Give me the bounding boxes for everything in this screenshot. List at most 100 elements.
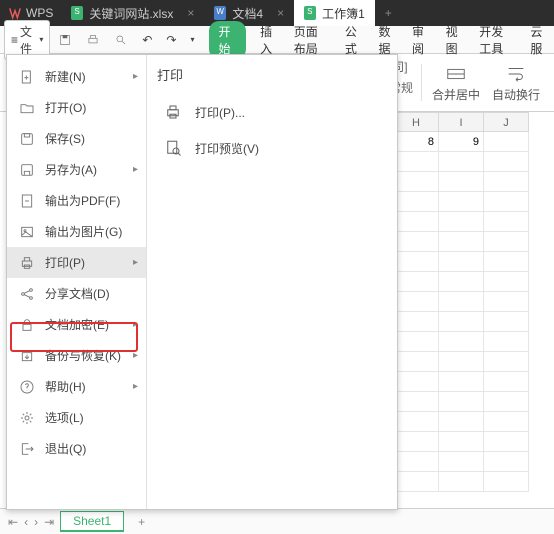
cell[interactable] xyxy=(394,312,439,332)
menu-save-as[interactable]: 另存为(A) ▸ xyxy=(7,154,146,185)
last-sheet-nav[interactable]: ⇥ xyxy=(44,515,54,529)
cell[interactable] xyxy=(439,172,484,192)
cell[interactable] xyxy=(439,352,484,372)
prev-sheet-nav[interactable]: ‹ xyxy=(24,515,28,529)
cell[interactable] xyxy=(439,472,484,492)
tab-dev[interactable]: 开发工具 xyxy=(477,21,516,59)
table-row[interactable] xyxy=(394,192,554,212)
menu-new[interactable]: 新建(N) ▸ xyxy=(7,61,146,92)
cell[interactable] xyxy=(439,152,484,172)
preview-quick-button[interactable] xyxy=(108,31,134,49)
tab-formula[interactable]: 公式 xyxy=(343,21,365,59)
menu-print[interactable]: 打印(P) ▸ xyxy=(7,247,146,278)
table-row[interactable] xyxy=(394,352,554,372)
cell[interactable] xyxy=(484,312,529,332)
merge-center-button[interactable]: 合并居中 xyxy=(426,58,486,107)
cell[interactable] xyxy=(439,312,484,332)
cell[interactable] xyxy=(439,212,484,232)
menu-encrypt[interactable]: 文档加密(E) ▸ xyxy=(7,309,146,340)
wrap-text-button[interactable]: 自动换行 xyxy=(486,58,546,107)
cell[interactable] xyxy=(394,192,439,212)
cell[interactable] xyxy=(484,412,529,432)
sheet-tab-sheet1[interactable]: Sheet1 xyxy=(60,511,124,532)
cell[interactable] xyxy=(394,432,439,452)
tab-layout[interactable]: 页面布局 xyxy=(292,21,331,59)
cell[interactable] xyxy=(484,232,529,252)
add-tab-button[interactable]: + xyxy=(375,6,402,20)
undo-button[interactable]: ↶ xyxy=(136,31,158,49)
sheet-body[interactable]: 89 xyxy=(394,132,554,492)
cell[interactable] xyxy=(439,372,484,392)
table-row[interactable] xyxy=(394,172,554,192)
cell[interactable] xyxy=(484,252,529,272)
cell[interactable] xyxy=(439,252,484,272)
cell[interactable] xyxy=(439,392,484,412)
cell[interactable] xyxy=(439,232,484,252)
cell[interactable] xyxy=(439,412,484,432)
submenu-print-preview[interactable]: 打印预览(V) xyxy=(157,130,387,166)
cell[interactable] xyxy=(484,172,529,192)
cell[interactable] xyxy=(394,392,439,412)
table-row[interactable] xyxy=(394,292,554,312)
close-icon[interactable]: × xyxy=(277,6,284,20)
first-sheet-nav[interactable]: ⇤ xyxy=(8,515,18,529)
cell[interactable] xyxy=(484,472,529,492)
redo-button[interactable]: ↷ xyxy=(160,31,182,49)
close-icon[interactable]: × xyxy=(187,6,194,20)
cell[interactable] xyxy=(394,272,439,292)
tab-view[interactable]: 视图 xyxy=(444,21,466,59)
cell[interactable] xyxy=(484,452,529,472)
cell[interactable]: 8 xyxy=(394,132,439,152)
cell[interactable] xyxy=(439,332,484,352)
table-row[interactable] xyxy=(394,432,554,452)
doc-tab-keywords[interactable]: 关键词网站.xlsx × xyxy=(61,0,204,26)
tab-start[interactable]: 开始 xyxy=(209,21,247,59)
more-quick-button[interactable]: ▾ xyxy=(184,33,200,46)
cell[interactable] xyxy=(439,432,484,452)
table-row[interactable]: 89 xyxy=(394,132,554,152)
cell[interactable]: 9 xyxy=(439,132,484,152)
cell[interactable] xyxy=(484,212,529,232)
table-row[interactable] xyxy=(394,452,554,472)
cell[interactable] xyxy=(484,332,529,352)
table-row[interactable] xyxy=(394,152,554,172)
menu-export-image[interactable]: 输出为图片(G) xyxy=(7,216,146,247)
menu-save[interactable]: 保存(S) xyxy=(7,123,146,154)
cell[interactable] xyxy=(484,372,529,392)
cell[interactable] xyxy=(484,392,529,412)
cell[interactable] xyxy=(484,432,529,452)
table-row[interactable] xyxy=(394,212,554,232)
menu-share[interactable]: 分享文档(D) xyxy=(7,278,146,309)
cell[interactable] xyxy=(484,152,529,172)
cell[interactable] xyxy=(394,352,439,372)
cell[interactable] xyxy=(484,352,529,372)
cell[interactable] xyxy=(484,292,529,312)
menu-open[interactable]: 打开(O) xyxy=(7,92,146,123)
menu-export-pdf[interactable]: 输出为PDF(F) xyxy=(7,185,146,216)
table-row[interactable] xyxy=(394,412,554,432)
col-header-j[interactable]: J xyxy=(484,112,529,132)
tab-data[interactable]: 数据 xyxy=(376,21,398,59)
cell[interactable] xyxy=(394,292,439,312)
save-quick-button[interactable] xyxy=(52,31,78,49)
cell[interactable] xyxy=(484,272,529,292)
table-row[interactable] xyxy=(394,272,554,292)
table-row[interactable] xyxy=(394,252,554,272)
cell[interactable] xyxy=(439,272,484,292)
cell[interactable] xyxy=(394,212,439,232)
table-row[interactable] xyxy=(394,392,554,412)
cell[interactable] xyxy=(394,412,439,432)
cell[interactable] xyxy=(439,452,484,472)
add-sheet-button[interactable]: + xyxy=(130,515,153,529)
next-sheet-nav[interactable]: › xyxy=(34,515,38,529)
print-quick-button[interactable] xyxy=(80,31,106,49)
table-row[interactable] xyxy=(394,312,554,332)
submenu-print[interactable]: 打印(P)... xyxy=(157,94,387,130)
cell[interactable] xyxy=(394,152,439,172)
tab-cloud[interactable]: 云服 xyxy=(528,21,550,59)
menu-backup[interactable]: 备份与恢复(K) ▸ xyxy=(7,340,146,371)
cell[interactable] xyxy=(439,292,484,312)
cell[interactable] xyxy=(394,172,439,192)
menu-exit[interactable]: 退出(Q) xyxy=(7,433,146,464)
table-row[interactable] xyxy=(394,332,554,352)
